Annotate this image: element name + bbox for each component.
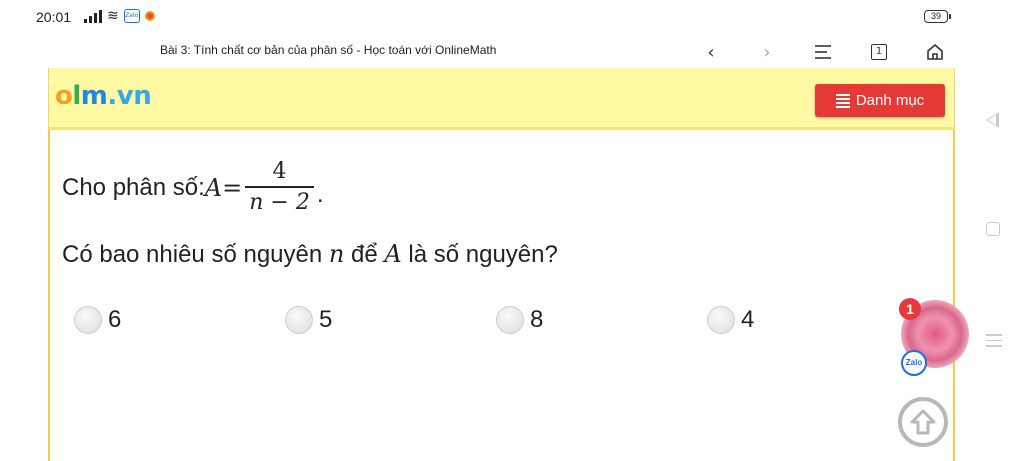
tabs-button[interactable]: 1 (867, 40, 891, 64)
line2-suffix: là số nguyên? (401, 241, 558, 268)
zalo-notification-icon: Zalo (123, 9, 140, 23)
fraction-numerator: 4 (272, 159, 287, 184)
option-3-label: 8 (530, 306, 544, 333)
status-bar: 20:01 ≋ Zalo 39 (0, 0, 970, 36)
logo-l: l (72, 81, 81, 111)
var-n: n (328, 240, 345, 268)
option-1[interactable]: 6 (74, 306, 121, 334)
status-time: 20:01 (36, 9, 72, 25)
unread-badge: 1 (899, 298, 921, 320)
equals-sign: = (222, 173, 243, 202)
system-recents-icon[interactable] (986, 334, 1002, 347)
option-1-radio[interactable] (74, 306, 102, 334)
forward-button[interactable]: › (755, 40, 779, 64)
option-2[interactable]: 5 (285, 306, 332, 334)
scroll-top-button[interactable] (898, 397, 948, 447)
zalo-icon: Zalo (901, 350, 927, 376)
danh-muc-button[interactable]: Danh mục (815, 84, 945, 117)
option-2-label: 5 (319, 306, 333, 333)
option-1-label: 6 (108, 306, 122, 333)
home-icon (927, 44, 943, 60)
question-period: . (316, 180, 324, 208)
question-line-1: Cho phân số: A = 4 n − 2 . (62, 158, 324, 218)
home-button[interactable] (923, 40, 947, 64)
fraction-denominator: n − 2 (249, 189, 310, 215)
option-4-radio[interactable] (707, 306, 735, 334)
option-3[interactable]: 8 (496, 306, 543, 334)
var-a-2: A (384, 240, 402, 268)
system-back-icon[interactable] (986, 112, 999, 128)
forward-icon: › (763, 41, 771, 63)
back-button[interactable]: ‹ (699, 40, 723, 64)
arrow-up-icon (910, 409, 936, 435)
logo-o: o (55, 81, 73, 111)
question-prefix: Cho phân số: (62, 173, 205, 201)
site-logo[interactable]: olm.vn (55, 81, 152, 111)
line2-prefix: Có bao nhiêu số nguyên (62, 241, 329, 268)
browser-toolbar: Bài 3: Tính chất cơ bản của phân số - Họ… (0, 36, 970, 68)
question-panel: Cho phân số: A = 4 n − 2 . Có bao nhiêu … (48, 130, 955, 461)
system-home-icon[interactable] (986, 222, 1000, 236)
app-notification-icon (144, 11, 155, 21)
danh-muc-label: Danh mục (855, 92, 925, 109)
tabs-count-icon: 1 (871, 44, 887, 60)
option-2-radio[interactable] (285, 306, 313, 334)
option-4-label: 4 (741, 306, 755, 333)
signal-icon (84, 9, 102, 23)
var-a: A (204, 173, 223, 202)
page-title: Bài 3: Tính chất cơ bản của phân số - Họ… (160, 43, 497, 57)
battery-icon: 39 (924, 10, 951, 23)
status-icons: ≋ Zalo (84, 9, 155, 23)
menu-lines-icon (815, 45, 831, 59)
back-icon: ‹ (707, 41, 715, 63)
option-4[interactable]: 4 (707, 306, 754, 334)
logo-domain: .vn (107, 81, 152, 111)
line2-mid: để (344, 241, 385, 268)
menu-button[interactable] (811, 40, 835, 64)
wifi-icon: ≋ (107, 8, 119, 24)
list-icon (835, 93, 850, 108)
question-line-2: Có bao nhiêu số nguyên n để A là số nguy… (62, 240, 558, 269)
logo-m: m (80, 81, 108, 111)
zalo-chat-head[interactable]: 1 Zalo (899, 298, 971, 376)
site-header: olm.vn Danh mục (48, 68, 955, 130)
fraction: 4 n − 2 (245, 158, 314, 218)
option-3-radio[interactable] (496, 306, 524, 334)
